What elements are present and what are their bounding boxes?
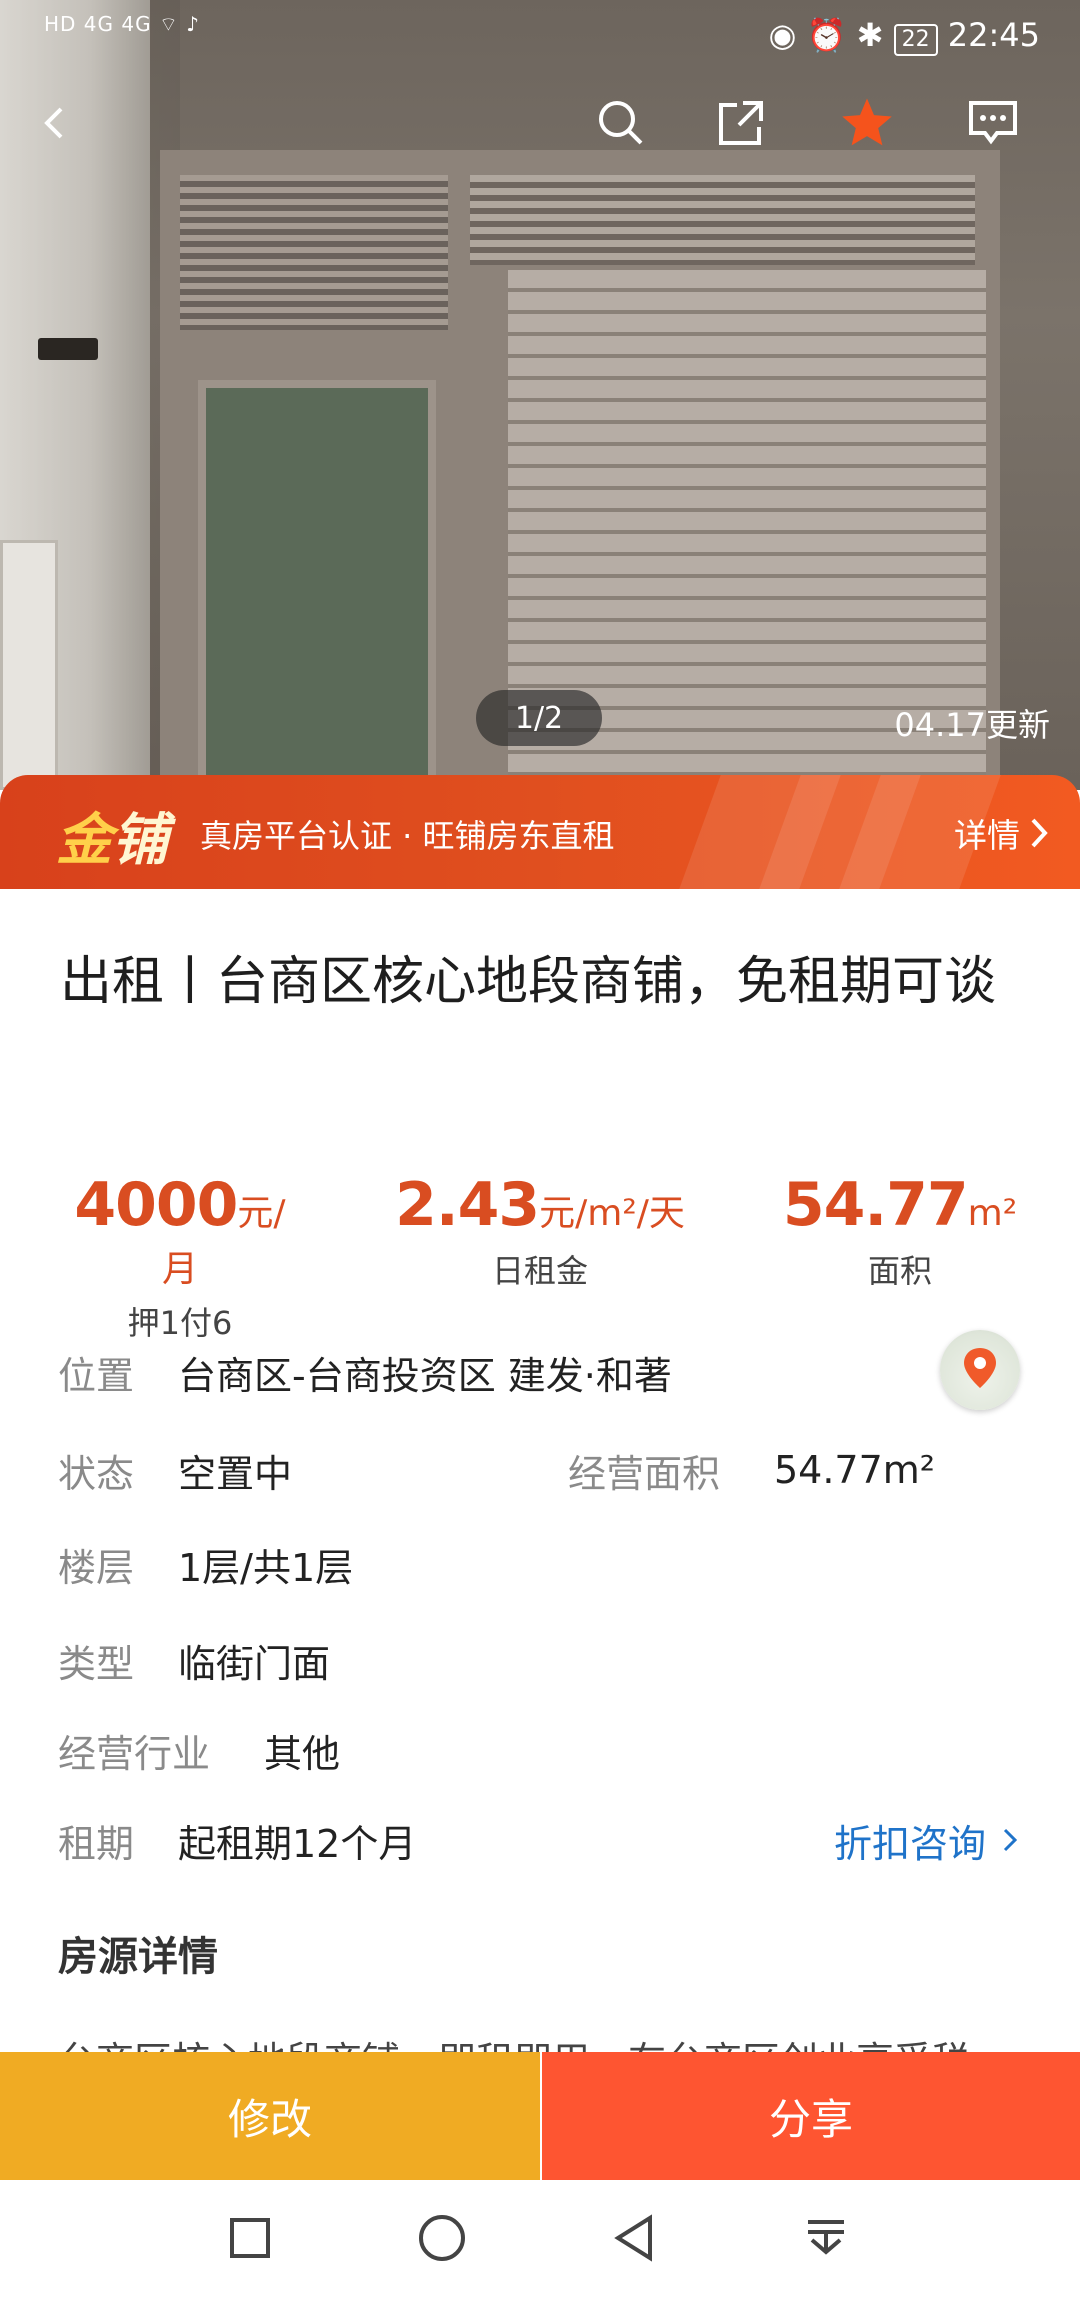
rent-value: 4000: [74, 1170, 238, 1240]
chevron-right-icon: [1003, 1828, 1018, 1852]
edit-button[interactable]: 修改: [0, 2052, 540, 2180]
location-value: 台商区-台商投资区 建发·和著: [178, 1353, 672, 1398]
photo-counter: 1/2: [476, 690, 602, 746]
status-right: ◉ ⏰ ✱ 22 22:45: [769, 16, 1040, 56]
row-industry: 经营行业 其他: [58, 1720, 340, 1780]
area-value: 54.77: [782, 1170, 969, 1240]
back-nav-icon[interactable]: [604, 2208, 664, 2268]
location-label: 位置: [58, 1353, 135, 1398]
back-icon[interactable]: [20, 88, 90, 158]
floor-label: 楼层: [58, 1545, 135, 1590]
industry-value: 其他: [264, 1731, 341, 1776]
row-location: 位置 台商区-台商投资区 建发·和著: [58, 1342, 672, 1402]
map-pin-icon[interactable]: [940, 1330, 1020, 1410]
consult-label: 折扣咨询: [833, 1821, 986, 1866]
verification-banner[interactable]: 金铺 真房平台认证 · 旺铺房东直租 详情: [0, 775, 1080, 889]
floor-value: 1层/共1层: [178, 1545, 354, 1590]
op-area-value: 54.77m²: [774, 1448, 936, 1492]
row-type: 类型 临街门面: [58, 1630, 330, 1690]
jinpu-logo: 金铺: [56, 808, 168, 873]
stat-area: 54.77m² 面积: [780, 1170, 1020, 1292]
notification-pull-icon[interactable]: [796, 2208, 856, 2268]
daily-unit: 元/m²/天: [539, 1193, 685, 1234]
top-nav: [0, 88, 1080, 178]
banner-detail-label: 详情: [954, 816, 1020, 855]
status-value: 空置中: [178, 1451, 293, 1496]
updated-date: 04.17更新: [894, 706, 1050, 744]
area-unit: m²: [967, 1193, 1018, 1234]
share-button[interactable]: 分享: [540, 2052, 1080, 2180]
key-stats: 4000元/月 押1付6 2.43元/m²/天 日租金 54.77m² 面积: [0, 1170, 1080, 1342]
lease-label: 租期: [58, 1821, 135, 1866]
chevron-right-icon: [1031, 818, 1048, 848]
photo-door-sign: [38, 338, 98, 360]
op-area-label: 经营面积: [568, 1451, 721, 1496]
row-lease: 租期 起租期12个月: [58, 1810, 416, 1870]
alarm-icon: ⏰: [806, 16, 847, 54]
action-bar: 修改 分享: [0, 2052, 1080, 2180]
system-nav-bar: [0, 2180, 1080, 2298]
type-label: 类型: [58, 1641, 135, 1686]
home-icon[interactable]: [412, 2208, 472, 2268]
listing-title: 出租丨台商区核心地段商铺，免租期可谈: [60, 952, 997, 1012]
photo-wall-panel: [0, 540, 58, 790]
photo-glass-door: [198, 380, 634, 790]
favorite-star-icon[interactable]: [832, 88, 902, 158]
banner-text: 真房平台认证 · 旺铺房东直租: [200, 817, 615, 855]
daily-sub: 日租金: [491, 1252, 588, 1290]
banner-detail-link[interactable]: 详情: [954, 809, 1050, 857]
stat-daily: 2.43元/m²/天 日租金: [390, 1170, 690, 1292]
daily-value: 2.43: [395, 1170, 540, 1240]
signal-indicators: HD 4G 4G ⌔ ♪: [44, 12, 200, 36]
lease-value: 起租期12个月: [178, 1821, 417, 1866]
battery-icon: 22: [893, 24, 938, 56]
row-status: 状态 空置中: [58, 1440, 292, 1500]
eye-icon: ◉: [768, 16, 797, 54]
stat-rent: 4000元/月 押1付6: [60, 1170, 300, 1344]
search-icon[interactable]: [586, 88, 656, 158]
area-sub: 面积: [867, 1252, 932, 1290]
rent-sub: 押1付6: [127, 1304, 233, 1342]
share-out-icon[interactable]: [706, 88, 776, 158]
message-icon[interactable]: [958, 88, 1028, 158]
industry-label: 经营行业: [58, 1731, 211, 1776]
section-title: 房源详情: [58, 1934, 218, 1980]
row-op-area: 经营面积 54.77m²: [568, 1440, 935, 1500]
status-bar: HD 4G 4G ⌔ ♪ ◉ ⏰ ✱ 22 22:45: [0, 0, 1080, 66]
bluetooth-icon: ✱: [856, 16, 884, 54]
status-time: 22:45: [947, 16, 1040, 54]
wifi-icon: ⌔: [158, 12, 179, 36]
row-floor: 楼层 1层/共1层: [58, 1534, 353, 1594]
photo-louver-left: [180, 175, 448, 330]
recent-apps-icon[interactable]: [220, 2208, 280, 2268]
signal-text: HD 4G 4G: [44, 12, 152, 36]
discount-consult-link[interactable]: 折扣咨询: [834, 1810, 1018, 1870]
photo-louver-top: [470, 175, 975, 265]
type-value: 临街门面: [178, 1641, 331, 1686]
listen-icon: ♪: [186, 12, 200, 36]
status-label: 状态: [58, 1451, 135, 1496]
hero-photo[interactable]: HD 4G 4G ⌔ ♪ ◉ ⏰ ✱ 22 22:45 1/2 04.17更新: [0, 0, 1080, 790]
